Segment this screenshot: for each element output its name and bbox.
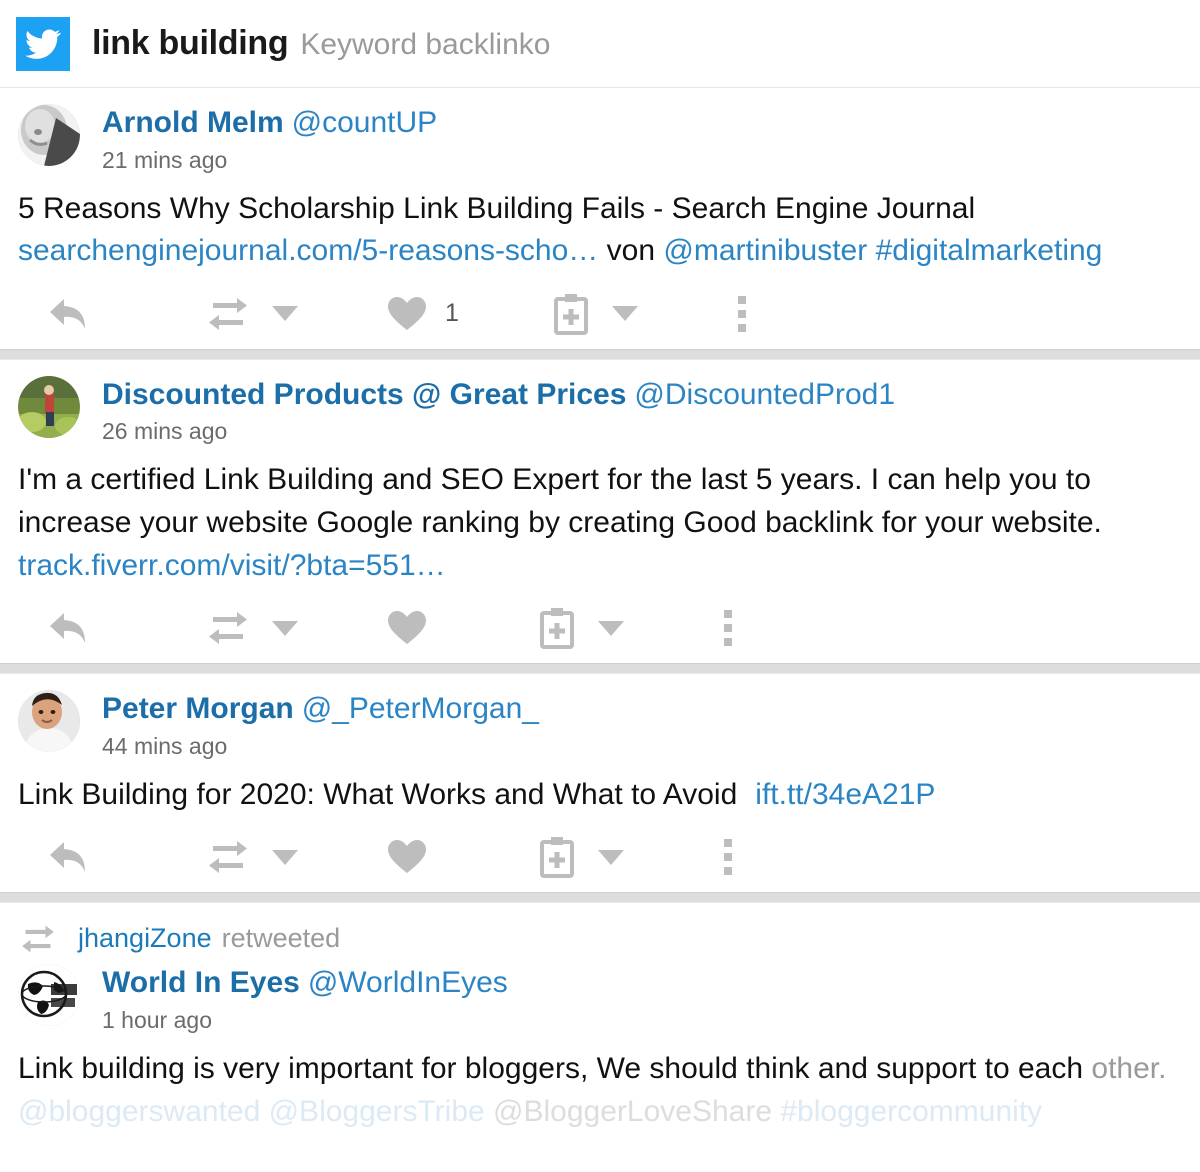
- more-options-button[interactable]: [724, 593, 732, 663]
- avatar[interactable]: [18, 104, 80, 166]
- page-title: link building: [92, 24, 289, 62]
- tweet-author-block: Peter Morgan @_PeterMorgan_ 44 mins ago: [102, 690, 539, 760]
- more-vertical-icon: [737, 293, 746, 335]
- retweet-banner: jhangiZone retweeted: [18, 919, 1182, 964]
- twitter-bird-icon: [16, 16, 70, 71]
- divider: [0, 348, 1200, 360]
- retweet-icon: [22, 925, 54, 953]
- retweet-button[interactable]: [206, 822, 298, 892]
- divider: [0, 663, 1200, 675]
- author-row: Arnold Melm @countUP: [102, 106, 437, 140]
- author-handle[interactable]: @DiscountedProd1: [634, 378, 895, 411]
- column-subtitle: Keyword backlinko: [300, 28, 551, 61]
- tweetdeck-column: link building Keyword backlinko Arnold M…: [0, 0, 1200, 1172]
- author-handle[interactable]: @WorldInEyes: [308, 966, 508, 999]
- chevron-down-icon[interactable]: [598, 849, 624, 865]
- chevron-down-icon[interactable]: [272, 849, 298, 865]
- author-name[interactable]: Arnold Melm: [102, 106, 284, 139]
- divider: [0, 892, 1200, 904]
- like-button[interactable]: 1: [386, 279, 459, 349]
- tweet-text: Link Building for 2020: What Works and W…: [18, 774, 1182, 817]
- author-handle[interactable]: @countUP: [292, 106, 438, 139]
- timestamp: 26 mins ago: [102, 418, 228, 445]
- retweet-button[interactable]: [206, 279, 298, 349]
- chevron-down-icon[interactable]: [272, 306, 298, 322]
- hashtag-link[interactable]: #bloggercommunity: [780, 1095, 1042, 1128]
- author-row: Discounted Products @ Great Prices @Disco…: [102, 378, 895, 412]
- tweet-link[interactable]: ift.tt/34eA21P: [755, 778, 935, 811]
- tweet-author-block: World In Eyes @WorldInEyes 1 hour ago: [102, 964, 508, 1034]
- timestamp: 1 hour ago: [102, 1006, 212, 1033]
- tweet-header: World In Eyes @WorldInEyes 1 hour ago: [18, 964, 1182, 1034]
- avatar[interactable]: [18, 690, 80, 753]
- add-to-collection-button[interactable]: [538, 593, 624, 663]
- reply-button[interactable]: [46, 279, 88, 349]
- tweet-link[interactable]: track.fiverr.com/visit/?bta=551…: [18, 549, 446, 582]
- mention-link-2[interactable]: @BloggerLoveShare: [493, 1095, 772, 1128]
- tweet-actions: [18, 822, 1182, 892]
- tweet-text-plain-2: other.: [1091, 1051, 1167, 1085]
- author-name[interactable]: World In Eyes: [102, 966, 300, 999]
- tweet-text-mid: von: [606, 234, 656, 268]
- bottom-fade-overlay: [0, 1146, 1200, 1172]
- more-options-button[interactable]: [724, 822, 732, 892]
- hashtag-link[interactable]: #digitalmarketing: [876, 234, 1103, 267]
- tweet-text: 5 Reasons Why Scholarship Link Building …: [18, 188, 1182, 273]
- like-button[interactable]: [386, 593, 445, 663]
- avatar[interactable]: [18, 375, 80, 438]
- tweet-item[interactable]: jhangiZone retweeted World In Eyes @Worl…: [0, 903, 1200, 1134]
- retweeted-label: retweeted: [221, 923, 341, 954]
- tweet-item[interactable]: Peter Morgan @_PeterMorgan_ 44 mins ago L…: [0, 674, 1200, 893]
- chevron-down-icon[interactable]: [272, 620, 298, 636]
- timestamp: 21 mins ago: [102, 146, 228, 173]
- chevron-down-icon[interactable]: [611, 306, 638, 322]
- more-vertical-icon: [724, 836, 732, 878]
- tweet-text-plain: Link Building for 2020: What Works and W…: [18, 777, 738, 811]
- tweet-header: Discounted Products @ Great Prices @Disco…: [18, 375, 1182, 446]
- add-to-collection-button[interactable]: [538, 822, 624, 892]
- tweet-actions: 1: [18, 279, 1182, 349]
- column-title-wrap: link building Keyword backlinko: [92, 24, 550, 63]
- tweet-author-block: Discounted Products @ Great Prices @Disco…: [102, 376, 895, 446]
- tweet-text-plain: Link building is very important for blog…: [18, 1051, 1084, 1085]
- timestamp: 44 mins ago: [102, 732, 228, 759]
- column-header: link building Keyword backlinko: [0, 0, 1200, 88]
- tweet-item[interactable]: Discounted Products @ Great Prices @Disco…: [0, 359, 1200, 664]
- retweeted-by-user[interactable]: jhangiZone: [78, 923, 212, 954]
- author-handle[interactable]: @_PeterMorgan_: [302, 692, 539, 725]
- tweet-author-block: Arnold Melm @countUP 21 mins ago: [102, 104, 437, 174]
- tweet-header: Arnold Melm @countUP 21 mins ago: [18, 104, 1182, 174]
- like-button[interactable]: [386, 822, 445, 892]
- tweet-text: Link building is very important for blog…: [18, 1048, 1182, 1133]
- more-options-button[interactable]: [737, 279, 746, 349]
- tweet-text-plain: I'm a certified Link Building and SEO Ex…: [18, 463, 1102, 539]
- mention-link[interactable]: @bloggerswanted @BloggersTribe: [18, 1095, 485, 1128]
- author-row: World In Eyes @WorldInEyes: [102, 966, 508, 1000]
- chevron-down-icon[interactable]: [598, 620, 624, 636]
- reply-button[interactable]: [46, 822, 88, 892]
- avatar[interactable]: [18, 964, 80, 1027]
- tweet-item[interactable]: Arnold Melm @countUP 21 mins ago 5 Reason…: [0, 88, 1200, 349]
- author-name[interactable]: Discounted Products @ Great Prices: [102, 378, 626, 411]
- like-count: 1: [445, 299, 459, 328]
- tweet-text-plain: 5 Reasons Why Scholarship Link Building …: [18, 191, 976, 225]
- tweet-actions: [18, 593, 1182, 663]
- author-row: Peter Morgan @_PeterMorgan_: [102, 692, 539, 726]
- author-name[interactable]: Peter Morgan: [102, 692, 294, 725]
- mention-link[interactable]: @martinibuster: [663, 234, 867, 267]
- add-to-collection-button[interactable]: [552, 279, 638, 349]
- tweet-link[interactable]: searchenginejournal.com/5-reasons-scho…: [18, 234, 598, 267]
- retweet-button[interactable]: [206, 593, 298, 663]
- reply-button[interactable]: [46, 593, 88, 663]
- more-vertical-icon: [724, 607, 732, 649]
- tweet-text: I'm a certified Link Building and SEO Ex…: [18, 459, 1182, 587]
- tweet-header: Peter Morgan @_PeterMorgan_ 44 mins ago: [18, 690, 1182, 760]
